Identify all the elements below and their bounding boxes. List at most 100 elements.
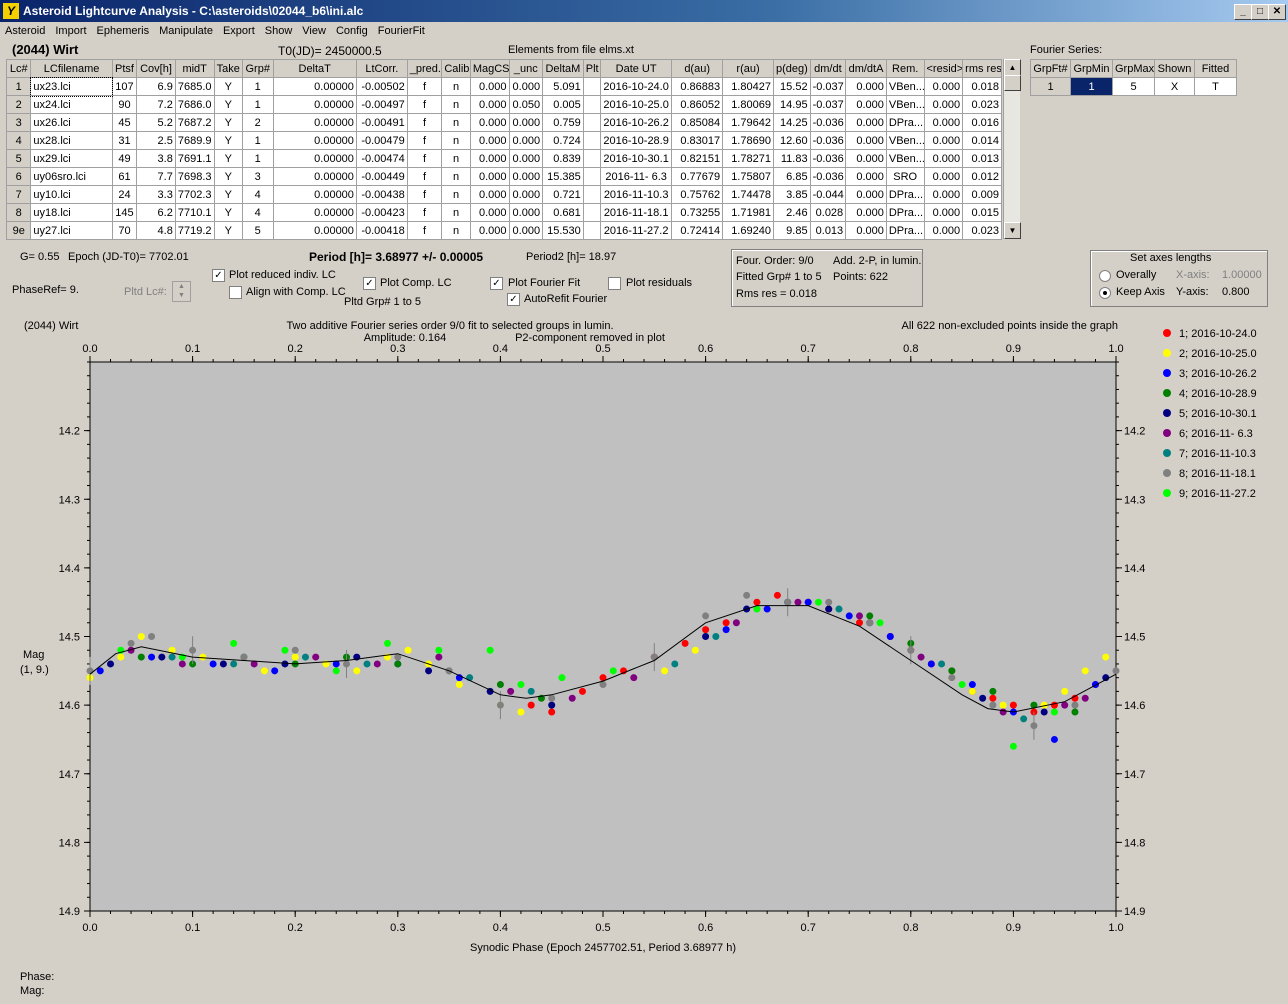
- table-cell[interactable]: 0.000: [923, 95, 964, 114]
- column-header[interactable]: Rem.: [885, 59, 925, 78]
- column-header[interactable]: midT: [174, 59, 215, 78]
- menu-import[interactable]: Import: [50, 22, 91, 37]
- table-cell[interactable]: -0.00497: [355, 95, 408, 114]
- table-cell[interactable]: 0.000: [923, 149, 964, 168]
- column-header[interactable]: _pred.: [406, 59, 443, 78]
- table-cell[interactable]: 0.050: [508, 95, 544, 114]
- table-cell[interactable]: [582, 113, 602, 132]
- column-header[interactable]: <resid>: [923, 59, 964, 78]
- table-cell[interactable]: -0.00423: [355, 203, 408, 222]
- table-cell[interactable]: 1.78690: [722, 131, 774, 150]
- fourier-series-row[interactable]: 115XT: [1030, 77, 1237, 96]
- keep-axis-radio[interactable]: [1099, 287, 1111, 299]
- table-cell[interactable]: 1.71981: [722, 203, 774, 222]
- column-header[interactable]: p(deg): [772, 59, 811, 78]
- menu-show[interactable]: Show: [260, 22, 298, 37]
- table-cell[interactable]: 2016-10-26.2: [600, 113, 673, 132]
- table-cell[interactable]: 0.00000: [272, 77, 357, 96]
- table-cell[interactable]: n: [441, 77, 471, 96]
- table-cell[interactable]: 2016-11-27.2: [600, 221, 673, 240]
- table-cell[interactable]: 4.8: [136, 221, 176, 240]
- table-cell[interactable]: 0.000: [845, 77, 887, 96]
- table-cell[interactable]: n: [441, 95, 471, 114]
- table-cell[interactable]: 0.000: [845, 149, 887, 168]
- table-cell[interactable]: 0.000: [508, 149, 544, 168]
- table-cell[interactable]: 2: [241, 113, 274, 132]
- table-cell[interactable]: 0.000: [923, 185, 964, 204]
- menu-asteroid[interactable]: Asteroid: [0, 22, 50, 37]
- table-cell[interactable]: 15.385: [542, 167, 584, 186]
- table-row[interactable]: 2 ux24.lci 90 7.2 7686.0 Y 1 0.00000 -0.00497 f n 0…: [5, 95, 1002, 114]
- table-cell[interactable]: 0.82151: [671, 149, 724, 168]
- table-cell[interactable]: 2016-11- 6.3: [600, 167, 673, 186]
- menu-fourierfit[interactable]: FourierFit: [373, 22, 430, 37]
- table-cell[interactable]: 0.86883: [671, 77, 724, 96]
- menu-view[interactable]: View: [297, 22, 331, 37]
- table-cell[interactable]: [582, 95, 602, 114]
- fourier-column-header[interactable]: GrpMax: [1112, 59, 1155, 78]
- table-cell[interactable]: Y: [213, 131, 243, 150]
- table-cell[interactable]: 0.000: [508, 221, 544, 240]
- menu-config[interactable]: Config: [331, 22, 373, 37]
- fourier-cell[interactable]: 1: [1030, 77, 1071, 96]
- table-cell[interactable]: -0.037: [809, 77, 847, 96]
- table-cell[interactable]: 0.681: [542, 203, 584, 222]
- table-cell[interactable]: 0.000: [923, 221, 964, 240]
- column-header[interactable]: Grp#: [241, 59, 274, 78]
- fourier-cell[interactable]: 1: [1070, 77, 1113, 96]
- table-cell[interactable]: 0.721: [542, 185, 584, 204]
- table-cell[interactable]: 0.000: [845, 221, 887, 240]
- column-header[interactable]: rms res: [962, 59, 1002, 78]
- table-cell[interactable]: 90: [111, 95, 138, 114]
- table-cell[interactable]: 0.016: [962, 113, 1002, 132]
- table-cell[interactable]: f: [406, 131, 443, 150]
- table-cell[interactable]: f: [406, 149, 443, 168]
- menu-manipulate[interactable]: Manipulate: [154, 22, 218, 37]
- table-cell[interactable]: 7687.2: [174, 113, 215, 132]
- table-cell[interactable]: Y: [213, 95, 243, 114]
- table-cell[interactable]: 0.000: [923, 113, 964, 132]
- table-cell[interactable]: 7702.3: [174, 185, 215, 204]
- table-cell[interactable]: [582, 149, 602, 168]
- table-cell[interactable]: 2016-10-28.9: [600, 131, 673, 150]
- table-cell[interactable]: 1.74478: [722, 185, 774, 204]
- table-cell[interactable]: 0.000: [923, 203, 964, 222]
- table-cell[interactable]: 0.000: [508, 167, 544, 186]
- table-cell[interactable]: 2016-11-10.3: [600, 185, 673, 204]
- table-cell[interactable]: 3.85: [772, 185, 811, 204]
- table-cell[interactable]: 3.3: [136, 185, 176, 204]
- table-cell[interactable]: 1: [241, 77, 274, 96]
- table-cell[interactable]: 14.25: [772, 113, 811, 132]
- fourier-cell[interactable]: T: [1194, 77, 1237, 96]
- table-cell[interactable]: n: [441, 167, 471, 186]
- lightcurve-chart[interactable]: (2044) Wirt Two additive Fourier series o…: [20, 313, 1268, 957]
- column-header[interactable]: MagCS: [469, 59, 510, 78]
- table-cell[interactable]: 61: [111, 167, 138, 186]
- table-cell[interactable]: [582, 167, 602, 186]
- table-row[interactable]: 7 uy10.lci 24 3.3 7702.3 Y 4 0.00000 -0.00438 f n 0…: [5, 185, 1002, 204]
- table-cell[interactable]: [582, 131, 602, 150]
- table-cell[interactable]: 3.8: [136, 149, 176, 168]
- table-cell[interactable]: 0.000: [923, 167, 964, 186]
- table-cell[interactable]: 2016-10-30.1: [600, 149, 673, 168]
- fourier-column-header[interactable]: Shown: [1154, 59, 1195, 78]
- table-cell[interactable]: 15.530: [542, 221, 584, 240]
- table-cell[interactable]: 0.000: [469, 185, 510, 204]
- table-cell[interactable]: 7710.1: [174, 203, 215, 222]
- x-axis-value[interactable]: 1.00000: [1222, 269, 1262, 281]
- table-cell[interactable]: -0.00491: [355, 113, 408, 132]
- table-cell[interactable]: 1.80427: [722, 77, 774, 96]
- table-cell[interactable]: 0.013: [809, 221, 847, 240]
- table-row[interactable]: 1 ux23.lci 107 6.9 7685.0 Y 1 0.00000 -0.00502 f n…: [5, 76, 1002, 97]
- table-cell[interactable]: 6.9: [136, 77, 176, 96]
- table-cell[interactable]: 0.015: [962, 203, 1002, 222]
- table-cell[interactable]: 0.000: [469, 203, 510, 222]
- table-cell[interactable]: 0.014: [962, 131, 1002, 150]
- table-cell[interactable]: 0.75762: [671, 185, 724, 204]
- table-cell[interactable]: 0.77679: [671, 167, 724, 186]
- table-cell[interactable]: -0.036: [809, 167, 847, 186]
- table-cell[interactable]: -0.00502: [355, 77, 408, 96]
- table-cell[interactable]: 0.000: [508, 77, 544, 96]
- table-scrollbar[interactable]: ▲ ▼: [1003, 59, 1021, 239]
- table-cell[interactable]: n: [441, 113, 471, 132]
